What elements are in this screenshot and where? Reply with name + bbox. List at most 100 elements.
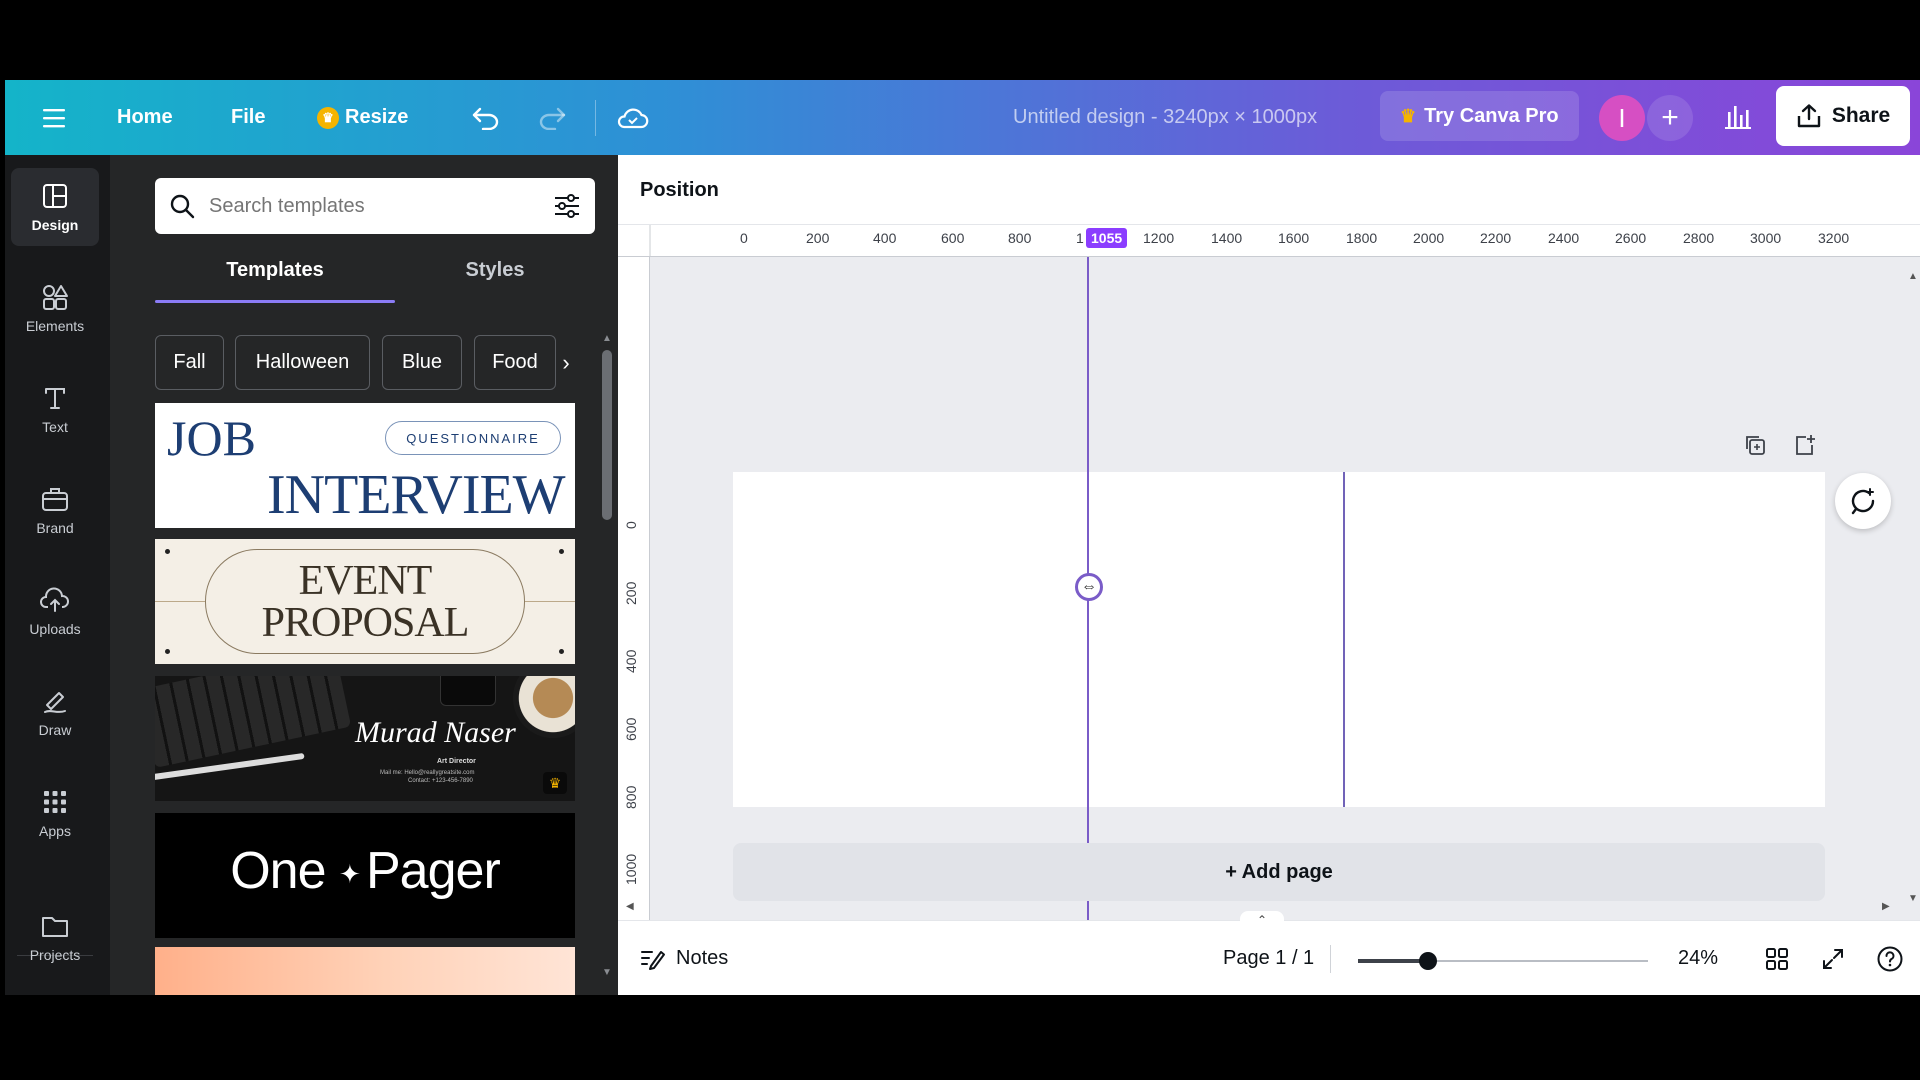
ruler-label: 3000 [1750, 230, 1782, 246]
fullscreen-icon[interactable] [1821, 921, 1845, 995]
file-menu-button[interactable]: File [231, 80, 265, 155]
chip-blue[interactable]: Blue [382, 335, 462, 390]
ruler-label: 2800 [1683, 230, 1715, 246]
add-collaborator-button[interactable]: + [1647, 95, 1693, 141]
template-title-line1: EVENT [298, 558, 433, 604]
rail-item-apps[interactable]: Apps [5, 768, 105, 858]
rail-label: Apps [39, 823, 71, 839]
filter-icon[interactable] [553, 193, 581, 219]
zoom-slider-handle[interactable] [1418, 952, 1437, 970]
template-gradient[interactable] [155, 947, 575, 995]
rail-item-uploads[interactable]: Uploads [5, 566, 105, 656]
notes-button[interactable]: Notes [640, 921, 728, 995]
template-contact: Mail me: Hello@reallygreatsite.com [380, 770, 475, 776]
chip-halloween[interactable]: Halloween [235, 335, 370, 390]
ruler-label: 800 [623, 785, 639, 809]
rail-item-brand[interactable]: Brand [5, 465, 105, 555]
template-title: One ✦ Pager [155, 841, 575, 901]
duplicate-page-icon[interactable] [1740, 430, 1770, 460]
undo-icon[interactable] [471, 80, 501, 155]
notes-icon [641, 950, 665, 970]
chip-fall[interactable]: Fall [155, 335, 224, 390]
search-input[interactable] [209, 194, 539, 218]
help-icon[interactable] [1876, 921, 1904, 995]
document-title[interactable]: Untitled design - 3240px × 1000px [1013, 80, 1317, 155]
active-tab-indicator [155, 300, 395, 303]
share-button[interactable]: Share [1776, 86, 1910, 146]
keyboard-image [155, 676, 352, 768]
vertical-ruler[interactable]: 0 200 400 600 800 1000 [618, 257, 650, 920]
try-canva-pro-button[interactable]: ♛ Try Canva Pro [1380, 91, 1579, 141]
bar-chart-icon [1725, 106, 1751, 129]
rail-label: Design [31, 217, 79, 233]
rail-label: Brand [36, 520, 74, 536]
tab-templates[interactable]: Templates [155, 235, 395, 305]
ruler-label: 600 [623, 717, 639, 741]
comment-add-button[interactable] [1835, 473, 1891, 529]
dot [559, 549, 564, 554]
position-label[interactable]: Position [640, 155, 719, 225]
scroll-left-arrow[interactable]: ◀ [626, 901, 634, 912]
star-icon: ✦ [338, 858, 366, 889]
context-toolbar: Position [618, 155, 1920, 225]
plus-icon: + [1661, 101, 1679, 134]
rail-label: Draw [38, 722, 72, 738]
add-page-button[interactable]: + Add page [733, 843, 1825, 901]
page-indicator[interactable]: Page 1 / 1 [1223, 921, 1314, 995]
zoom-level[interactable]: 24% [1678, 921, 1718, 995]
rail-item-text[interactable]: Text [5, 364, 105, 454]
grid-view-icon[interactable] [1765, 921, 1789, 995]
ruler-label: 2000 [1413, 230, 1445, 246]
phone-image [440, 676, 496, 706]
rail-item-elements[interactable]: Elements [5, 263, 105, 353]
ruler-label: 0 [623, 521, 639, 529]
ruler-label: 800 [1008, 230, 1032, 246]
chip-food[interactable]: Food [474, 335, 556, 390]
scroll-up-arrow[interactable]: ▲ [1908, 271, 1918, 282]
try-pro-label: Try Canva Pro [1424, 104, 1559, 127]
horizontal-ruler[interactable]: 0 200 400 600 800 1 1200 1400 1600 1800 … [618, 225, 1920, 257]
cloud-save-icon[interactable] [616, 80, 650, 155]
guide-position-badge: 1055 [1086, 228, 1128, 248]
add-page-icon[interactable] [1790, 430, 1820, 460]
avatar[interactable]: I [1599, 95, 1645, 141]
tab-styles[interactable]: Styles [395, 235, 595, 305]
design-page[interactable] [733, 472, 1825, 807]
panel-scrollbar[interactable] [602, 350, 612, 520]
scroll-right-arrow[interactable]: ▶ [1882, 901, 1890, 912]
resize-button[interactable]: ♛ Resize [317, 80, 408, 155]
ruler-label: 1200 [1143, 230, 1175, 246]
template-event-proposal[interactable]: EVENT PROPOSAL [155, 539, 575, 664]
template-title-line2: PROPOSAL [261, 600, 470, 646]
search-box[interactable] [155, 178, 595, 234]
scroll-down-arrow[interactable]: ▼ [600, 967, 614, 978]
rail-item-draw[interactable]: Draw [5, 667, 105, 757]
ruler-label: 200 [806, 230, 830, 246]
templates-panel: Templates Styles Fall Halloween Blue Foo… [110, 155, 618, 995]
home-button[interactable]: Home [117, 80, 173, 155]
template-business-card[interactable]: Murad Naser Art Director Mail me: Hello@… [155, 676, 575, 801]
divider [1330, 945, 1331, 973]
pen-icon [40, 686, 70, 716]
template-one-pager[interactable]: One ✦ Pager [155, 813, 575, 938]
template-job-interview[interactable]: JOB QUESTIONNAIRE INTERVIEW [155, 403, 575, 528]
ruler-label: 1000 [623, 853, 639, 885]
chevron-right-icon[interactable]: › [550, 335, 582, 390]
rail-item-projects[interactable]: Projects [5, 892, 105, 982]
ruler-label: 600 [941, 230, 965, 246]
scroll-up-arrow[interactable]: ▲ [600, 333, 614, 344]
search-icon [170, 194, 195, 219]
rail-item-design[interactable]: Design [5, 162, 105, 252]
briefcase-icon [40, 484, 70, 514]
menu-icon[interactable] [43, 80, 67, 155]
scroll-down-arrow[interactable]: ▼ [1908, 893, 1918, 904]
redo-icon[interactable] [537, 80, 567, 155]
canvas-workspace[interactable]: 0 200 400 600 800 1 1200 1400 1600 1800 … [618, 225, 1920, 920]
rail-label: Elements [25, 318, 85, 334]
resize-horizontal-icon[interactable]: ⇔ [1075, 573, 1103, 601]
bottom-bar: ⌃ Notes Page 1 / 1 24% [618, 911, 1920, 995]
crown-icon: ♛ [317, 106, 339, 129]
insights-button[interactable] [1711, 91, 1765, 143]
dot [559, 649, 564, 654]
grid-icon [40, 787, 70, 817]
